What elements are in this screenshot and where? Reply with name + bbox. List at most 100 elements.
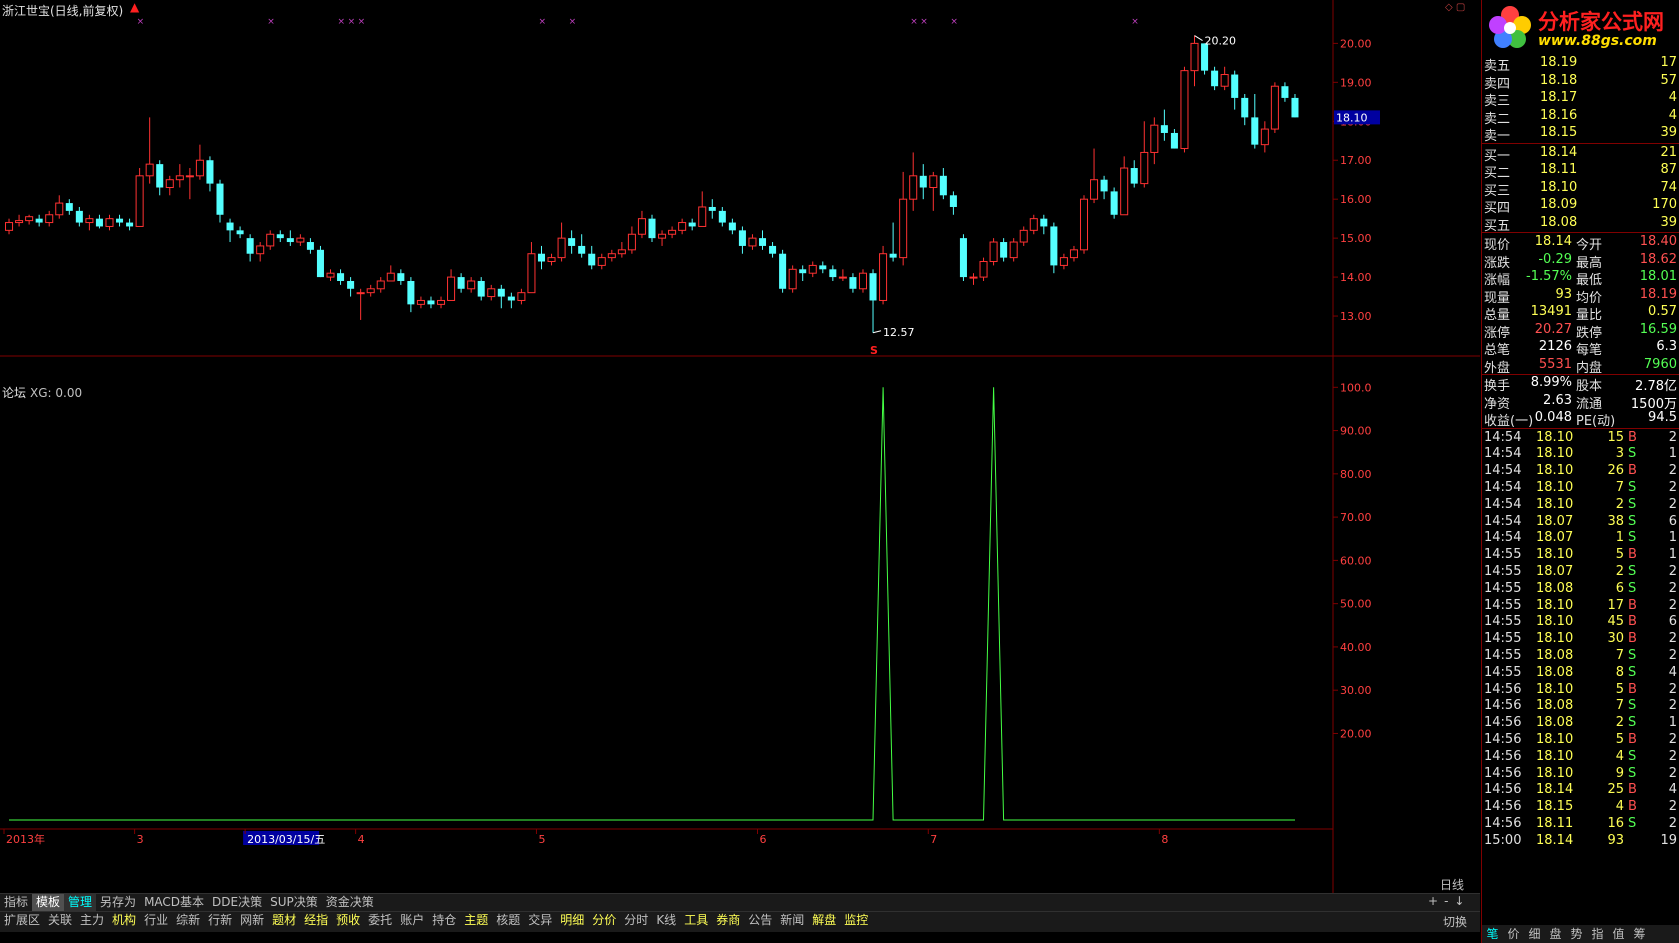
toolbar1-item[interactable]: 指标 (0, 894, 32, 911)
trade-row: 14:55 18.08 8 S 4 (1482, 665, 1679, 683)
toolbar2-item[interactable]: 关联 (44, 912, 76, 929)
toolbar2-item[interactable]: 综新 (172, 912, 204, 929)
candle-body-up (256, 245, 265, 255)
candle-body-down (1251, 117, 1259, 145)
toolbar1-item[interactable]: 另存为 (96, 894, 140, 911)
sell-row: 卖五 18.19 17 (1482, 54, 1679, 74)
stat-value: 18.19 (1639, 286, 1677, 302)
panel-tab[interactable]: 细 (1524, 925, 1545, 943)
trade-volume: 2 (1615, 563, 1624, 579)
candle-body-up (105, 218, 114, 227)
toolbar2-item[interactable]: 券商 (712, 912, 744, 929)
chart-area[interactable]: 20.0019.0018.0017.0016.0015.0014.0013.00… (0, 0, 1480, 910)
trade-row: 14:56 18.10 9 S 2 (1482, 766, 1679, 784)
candle-body-down (849, 277, 857, 289)
toolbar2-item[interactable]: 明细 (556, 912, 588, 929)
kline-chart[interactable]: 20.0019.0018.0017.0016.0015.0014.0013.00… (0, 0, 1480, 893)
toolbar2-item[interactable]: 工具 (680, 912, 712, 929)
toolbar1-item[interactable]: 管理 (64, 894, 97, 911)
sell-row: 卖三 18.17 4 (1482, 89, 1679, 109)
candle-body-down (427, 300, 435, 305)
zoom-control-button[interactable]: + (1428, 894, 1438, 908)
toolbar2-item[interactable]: 公告 (744, 912, 776, 929)
trade-price: 18.11 (1536, 815, 1574, 831)
toolbar2-item[interactable]: 行新 (204, 912, 236, 929)
window-controls-icon[interactable]: ◇ ▢ (1445, 2, 1465, 13)
buy-row: 买五 18.08 39 (1482, 214, 1679, 234)
buy-row: 买一 18.14 21 (1482, 144, 1679, 164)
toolbar2-item[interactable]: 主力 (76, 912, 108, 929)
toolbar2-item[interactable]: 委托 (364, 912, 396, 929)
high-pointer (1194, 35, 1203, 42)
toolbar2-item[interactable]: 行业 (140, 912, 172, 929)
toolbar2-item[interactable]: 扩展区 (0, 912, 44, 929)
toolbar2-item[interactable]: 新闻 (776, 912, 808, 929)
event-marker-icon: × (338, 17, 346, 27)
sell-volume: 57 (1660, 72, 1677, 88)
toolbar2-item[interactable]: 经指 (300, 912, 332, 929)
zoom-control-button[interactable]: ↓ (1454, 894, 1464, 908)
trade-count: 2 (1668, 597, 1677, 613)
candle-body-up (356, 292, 365, 295)
toolbar2-item[interactable]: 主题 (460, 912, 492, 929)
toolbar1-item[interactable]: DDE决策 (208, 894, 266, 911)
switch-button[interactable]: 切换 (1443, 913, 1467, 930)
candle-body-up (1090, 179, 1099, 200)
trade-price: 18.10 (1536, 748, 1574, 764)
trade-price: 18.10 (1536, 614, 1574, 630)
panel-tab[interactable]: 盘 (1545, 925, 1566, 943)
toolbar2-item[interactable]: 解盘 (808, 912, 840, 929)
xg-tick-label: 90.00 (1340, 425, 1372, 438)
candle-body-up (879, 253, 888, 301)
stat-label: PE(动) (1576, 414, 1616, 429)
panel-tab[interactable]: 指 (1587, 925, 1608, 943)
panel-tab[interactable]: 势 (1566, 925, 1587, 943)
toolbar2-item[interactable]: 核题 (492, 912, 524, 929)
toolbar2-item[interactable]: 交异 (524, 912, 556, 929)
toolbar2-item[interactable]: 分时 (620, 912, 652, 929)
xg-tick-label: 80.00 (1340, 468, 1372, 481)
toolbar1-item[interactable]: SUP决策 (266, 894, 322, 911)
stock-title: 浙江世宝(日线,前复权) (2, 4, 124, 18)
sell-price: 18.18 (1540, 72, 1578, 88)
toolbar2-item[interactable]: 题材 (268, 912, 300, 929)
candle-body-up (85, 218, 94, 224)
candle-body-down (939, 175, 947, 196)
candle-body-up (909, 175, 918, 200)
stat-value: 94.5 (1648, 410, 1677, 425)
price-tick-label: 14.00 (1340, 271, 1372, 284)
time-tick-label: 6 (759, 833, 766, 846)
candle-body-up (617, 249, 626, 255)
indicator-toolbar: 指标 模板 管理 另存为 MACD基本 DDE决策 SUP决策 资金决策 (0, 893, 1480, 911)
trade-side: B (1628, 547, 1637, 563)
trade-side: S (1628, 715, 1637, 731)
toolbar2-item[interactable]: K线 (652, 912, 680, 929)
candle-body-up (808, 264, 817, 274)
trade-price: 18.10 (1536, 496, 1574, 512)
panel-tab[interactable]: 值 (1608, 925, 1629, 943)
panel-tab[interactable]: 笔 (1482, 925, 1503, 943)
toolbar2-item[interactable]: 账户 (396, 912, 428, 929)
candle-body-up (1019, 229, 1028, 243)
candle-body-down (35, 218, 43, 223)
trade-price: 18.10 (1536, 765, 1574, 781)
toolbar2-item[interactable]: 机构 (108, 912, 140, 929)
period-label[interactable]: 日线 (1440, 876, 1464, 893)
candle-body-down (116, 218, 124, 223)
candle-body-up (447, 276, 456, 301)
toolbar2-item[interactable]: 持仓 (428, 912, 460, 929)
panel-tab[interactable]: 价 (1503, 925, 1524, 943)
trade-side: B (1628, 631, 1637, 647)
toolbar2-item[interactable]: 分价 (588, 912, 620, 929)
toolbar1-item[interactable]: 资金决策 (322, 894, 378, 911)
panel-tab[interactable]: 筹 (1629, 925, 1650, 943)
toolbar1-item[interactable]: 模板 (32, 894, 65, 911)
toolbar2-item[interactable]: 监控 (840, 912, 872, 929)
candle-body-down (718, 210, 726, 223)
toolbar2-item[interactable]: 网新 (236, 912, 268, 929)
logo: 分析家公式网 www.88gs.com (1482, 0, 1679, 54)
candle-body-up (366, 288, 375, 294)
toolbar2-item[interactable]: 预收 (332, 912, 364, 929)
zoom-control-button[interactable]: - (1444, 894, 1448, 908)
toolbar1-item[interactable]: MACD基本 (140, 894, 208, 911)
